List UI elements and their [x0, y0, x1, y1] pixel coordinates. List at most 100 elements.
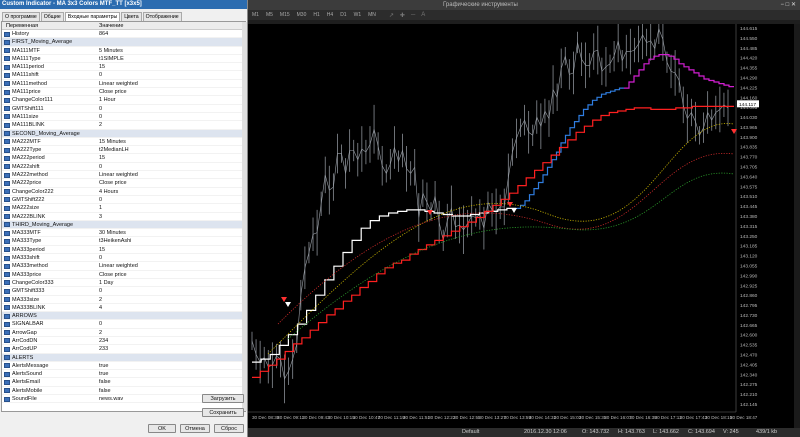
param-value[interactable]: 3 [97, 213, 182, 220]
ok-button[interactable]: OK [148, 424, 176, 433]
param-value[interactable]: 864 [97, 30, 182, 37]
param-row[interactable]: GMTShift222 0 [2, 196, 245, 205]
window-controls[interactable]: − □ ✕ [781, 0, 797, 10]
param-row[interactable]: MA222shift 0 [2, 163, 245, 172]
param-row[interactable]: MA222size 1 [2, 204, 245, 213]
param-row[interactable]: History 864 [2, 30, 245, 39]
param-value[interactable]: 15 [97, 63, 182, 70]
param-row[interactable]: MA111BLINK 2 [2, 121, 245, 130]
param-row[interactable]: ARROWS [2, 312, 245, 321]
cursor-icon[interactable]: ↗ [389, 12, 394, 19]
param-value[interactable]: 30 Minutes [97, 229, 182, 236]
timeframe-m1[interactable]: M1 [252, 12, 259, 18]
param-row[interactable]: MA222method Linear weighted [2, 171, 245, 180]
param-value[interactable] [97, 312, 182, 319]
param-row[interactable]: MA222MTF 15 Minutes [2, 138, 245, 147]
param-row[interactable]: THIRD_Moving_Average [2, 220, 245, 230]
param-row[interactable]: MA333BLINK 4 [2, 304, 245, 313]
param-row[interactable]: GMTShift333 0 [2, 287, 245, 296]
timeframe-d1[interactable]: D1 [340, 12, 346, 18]
param-row[interactable]: ArrCodUP 233 [2, 345, 245, 354]
param-value[interactable]: 234 [97, 337, 182, 344]
param-row[interactable]: MA111Type t1SIMPLE [2, 55, 245, 64]
param-row[interactable]: ChangeColor111 1 Hour [2, 96, 245, 105]
text-icon[interactable]: A [421, 12, 425, 18]
timeframe-m30[interactable]: M30 [297, 12, 307, 18]
param-row[interactable]: MA111size 0 [2, 113, 245, 122]
param-value[interactable]: false [97, 387, 182, 394]
timeframe-w1[interactable]: W1 [354, 12, 362, 18]
param-value[interactable]: 0 [97, 71, 182, 78]
timeframe-h1[interactable]: H1 [313, 12, 319, 18]
tab-0[interactable]: О программе [2, 12, 40, 21]
timeframe-mn[interactable]: MN [368, 12, 376, 18]
param-row[interactable]: MA333price Close price [2, 271, 245, 279]
param-value[interactable]: 4 Hours [97, 188, 182, 195]
cancel-button[interactable]: Отмена [180, 424, 210, 433]
param-value[interactable]: 0 [97, 105, 182, 112]
param-value[interactable]: 0 [97, 320, 182, 327]
param-row[interactable]: ChangeColor333 1 Day [2, 279, 245, 288]
param-value[interactable]: 0 [97, 254, 182, 261]
param-value[interactable]: 0 [97, 287, 182, 294]
param-value[interactable]: Linear weighted [97, 171, 182, 178]
param-value[interactable]: 15 [97, 154, 182, 161]
save-button[interactable]: Сохранить [202, 408, 244, 417]
reset-button[interactable]: Сброс [214, 424, 244, 433]
price-chart[interactable]: 144.615 144.550 144.485 144.420 144.355 144.2… [248, 10, 800, 428]
param-row[interactable]: MA333method Linear weighted [2, 262, 245, 271]
param-row[interactable]: MA111shift 0 [2, 71, 245, 80]
param-row[interactable]: AlertsMessage true [2, 362, 245, 371]
param-value[interactable]: Close price [97, 88, 182, 95]
param-value[interactable]: 15 Minutes [97, 138, 182, 145]
param-row[interactable]: AlertsSound true [2, 370, 245, 379]
param-value[interactable]: 2 [97, 329, 182, 336]
load-button[interactable]: Загрузить [202, 394, 244, 403]
param-value[interactable]: 0 [97, 196, 182, 203]
param-row[interactable]: ALERTS [2, 353, 245, 362]
param-value[interactable]: t2MedianLH [97, 146, 182, 153]
param-row[interactable]: MA333size 2 [2, 296, 245, 304]
param-value[interactable] [97, 354, 182, 361]
param-row[interactable]: MA222price Close price [2, 179, 245, 188]
timeframe-m15[interactable]: M15 [280, 12, 290, 18]
tab-1[interactable]: Общие [40, 12, 64, 21]
param-value[interactable]: 1 [97, 204, 182, 211]
param-row[interactable]: MA333Type t3HeikenAshi [2, 237, 245, 246]
param-value[interactable]: t3HeikenAshi [97, 237, 182, 244]
param-row[interactable]: FIRST_Moving_Average [2, 38, 245, 47]
param-value[interactable]: true [97, 370, 182, 377]
param-row[interactable]: GMTShift111 0 [2, 105, 245, 113]
param-row[interactable]: MA222Type t2MedianLH [2, 146, 245, 155]
param-row[interactable]: SECOND_Moving_Average [2, 129, 245, 138]
param-value[interactable]: Linear weighted [97, 262, 182, 269]
param-row[interactable]: MA111MTF 5 Minutes [2, 47, 245, 55]
param-row[interactable]: MA111price Close price [2, 88, 245, 97]
right-scrollbar[interactable] [794, 24, 800, 428]
param-value[interactable]: news.wav [97, 395, 182, 402]
param-value[interactable] [97, 38, 182, 45]
param-value[interactable]: t1SIMPLE [97, 55, 182, 62]
param-value[interactable]: 0 [97, 163, 182, 170]
param-row[interactable]: MA111method Linear weighted [2, 80, 245, 89]
param-row[interactable]: MA333period 15 [2, 246, 245, 255]
param-value[interactable]: 1 Hour [97, 96, 182, 103]
param-value[interactable]: false [97, 378, 182, 385]
param-value[interactable]: Close price [97, 179, 182, 186]
param-value[interactable]: 2 [97, 296, 182, 303]
param-row[interactable]: ArrowGap 2 [2, 329, 245, 337]
param-row[interactable]: MA111period 15 [2, 63, 245, 72]
tab-3[interactable]: Цвета [121, 12, 142, 21]
dialog-scrollbar[interactable] [242, 22, 247, 411]
param-value[interactable]: 15 [97, 246, 182, 253]
param-value[interactable]: 0 [97, 113, 182, 120]
param-value[interactable]: 5 Minutes [97, 47, 182, 54]
param-value[interactable]: true [97, 362, 182, 369]
param-value[interactable]: Linear weighted [97, 80, 182, 87]
param-value[interactable]: 1 Day [97, 279, 182, 286]
tab-4[interactable]: Отображение [142, 12, 182, 21]
param-row[interactable]: MA222period 15 [2, 154, 245, 163]
param-value[interactable] [97, 130, 182, 137]
crosshair-icon[interactable]: ✚ [400, 12, 405, 19]
param-row[interactable]: MA333shift 0 [2, 254, 245, 263]
